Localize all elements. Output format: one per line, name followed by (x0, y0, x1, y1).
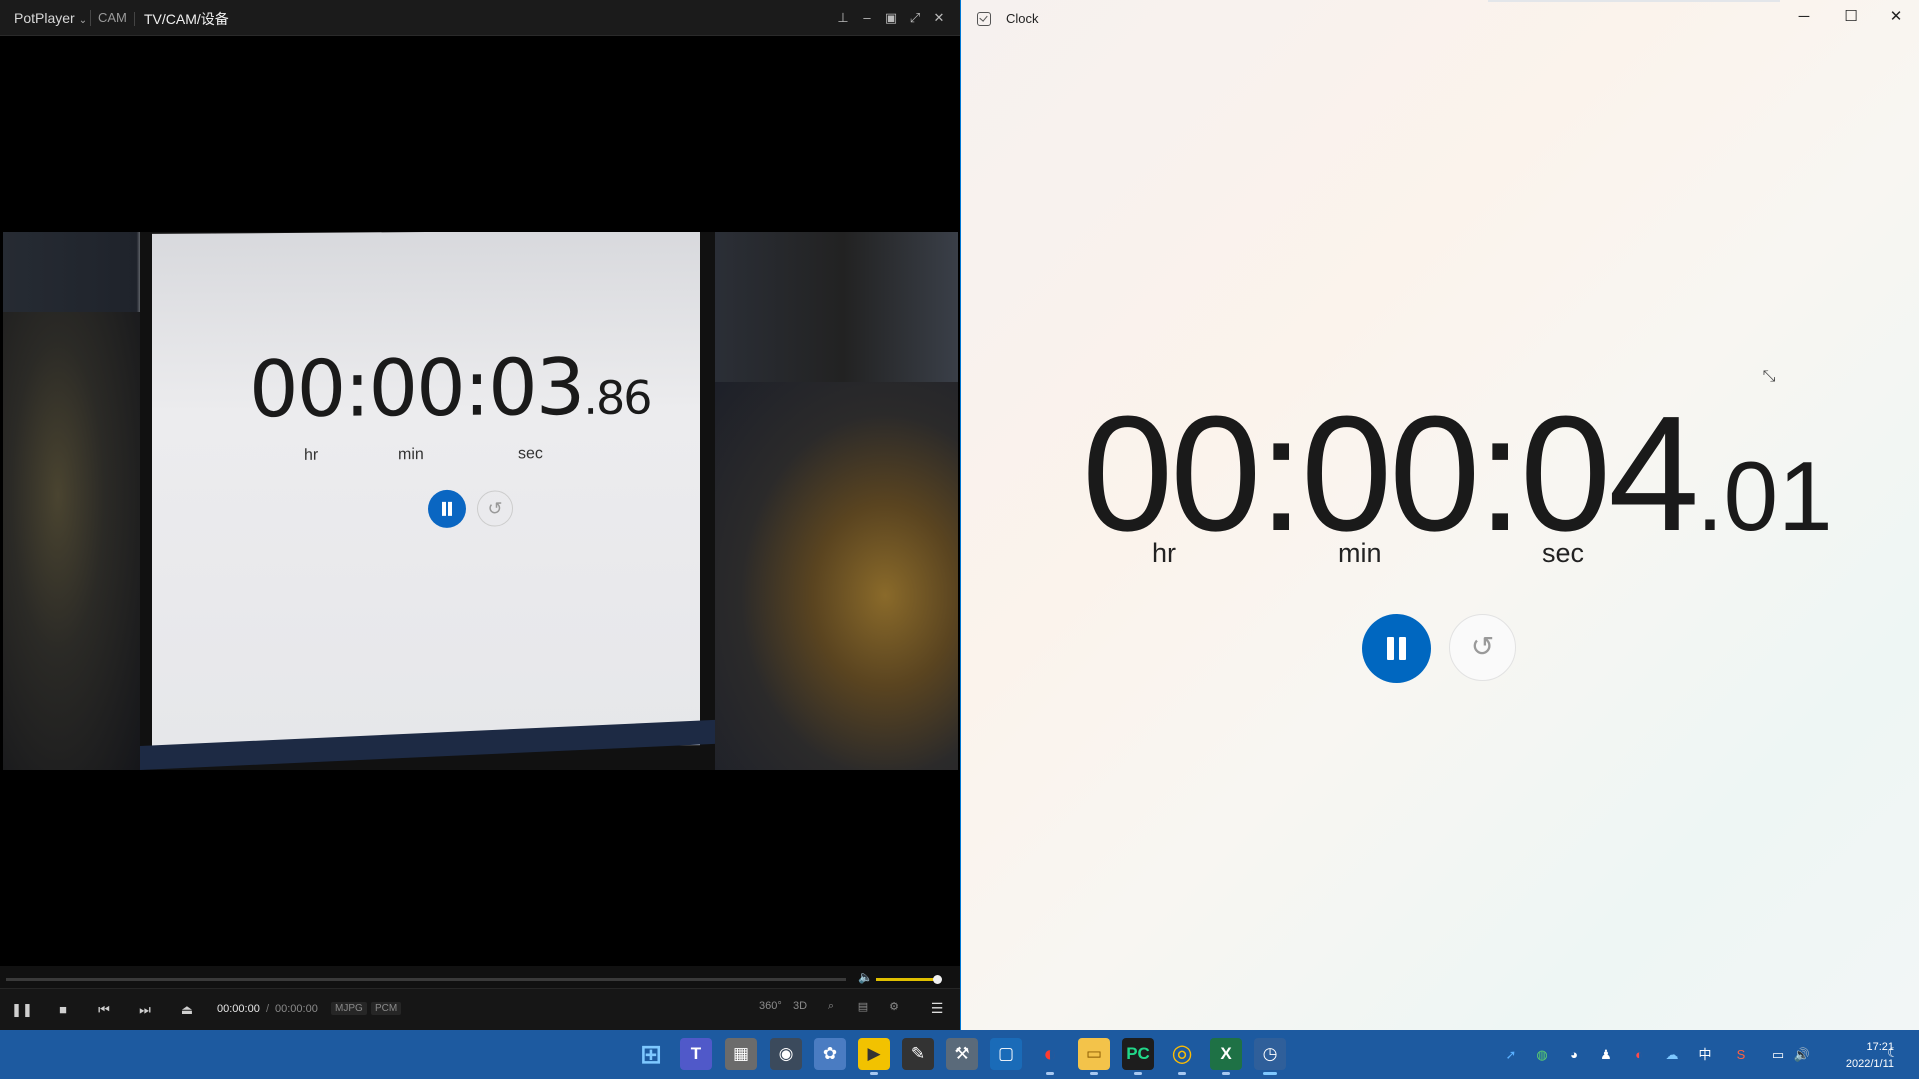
start-icon[interactable]: ⊞ (635, 1038, 667, 1070)
unit-min-label: min (1338, 538, 1382, 568)
speaker-icon[interactable]: 🔊 (1793, 1046, 1811, 1064)
menu-icon[interactable]: ☰ (926, 1000, 948, 1017)
seek-area: 🔈 (0, 966, 960, 988)
search-icon[interactable]: ⌕ (820, 1000, 842, 1013)
clock-app-taskbar-icon[interactable]: ◷ (1254, 1038, 1286, 1075)
puzzle-icon[interactable]: ✿ (814, 1038, 846, 1070)
video-background-right (715, 382, 958, 770)
messenger-icon[interactable]: ◕ (1565, 1046, 1583, 1064)
video-background-left (3, 312, 140, 770)
fullscreen-icon[interactable]: ⤢ (905, 8, 925, 28)
video-stopwatch-time: 00:00:03.86 (249, 342, 651, 436)
active-indicator (1134, 1072, 1142, 1075)
potplayer-icon[interactable]: ▶ (858, 1038, 890, 1075)
active-indicator (1090, 1072, 1098, 1075)
stopwatch-fraction: .01 (1696, 441, 1833, 551)
chevron-down-icon: ⌄ (78, 15, 88, 26)
breadcrumb-cam[interactable]: CAM (98, 10, 127, 25)
minimize-button[interactable]: ─ (1781, 6, 1827, 28)
reset-button[interactable]: ↺ (1449, 614, 1516, 681)
pycharm-icon[interactable]: PC (1122, 1038, 1154, 1075)
video-unit-sec: sec (518, 445, 543, 463)
maximize-button[interactable]: ☐ (1828, 6, 1874, 28)
time-separator: / (266, 1003, 270, 1015)
close-icon[interactable]: ✕ (929, 8, 949, 28)
unit-hr-label: hr (1152, 538, 1177, 568)
video-pause-icon (428, 489, 466, 528)
3d-button[interactable]: 3D (789, 1000, 811, 1012)
video-reset-icon: ↺ (477, 490, 513, 527)
network-warning-icon[interactable]: ☁ (1663, 1046, 1681, 1064)
qq-icon[interactable]: ♟ (1597, 1046, 1615, 1064)
pin-tray-icon[interactable]: ➚ (1502, 1046, 1520, 1064)
video-monitor-screen: 00:00:03.86 hr min sec ↺ (152, 232, 700, 749)
potplayer-menu-label: PotPlayer (14, 10, 75, 26)
active-indicator (1178, 1072, 1186, 1075)
active-indicator (1046, 1072, 1054, 1075)
tray-clock-date[interactable]: 2022/1/11 (1820, 1058, 1894, 1070)
total-time: 00:00:00 (275, 1003, 318, 1015)
video-codec-tag[interactable]: MJPG (331, 1002, 367, 1015)
camera-icon[interactable]: ◉ (770, 1038, 802, 1070)
netease-icon[interactable]: ◐ (1034, 1038, 1066, 1075)
volume-icon[interactable]: 🔈 (858, 970, 873, 984)
video-monitor: 00:00:03.86 hr min sec ↺ (140, 232, 715, 770)
breadcrumb-device: TV/CAM/设备 (144, 11, 229, 27)
pin-icon[interactable]: ⊥ (833, 8, 853, 28)
active-indicator (1222, 1072, 1230, 1075)
netease-tray-icon[interactable]: ◐ (1630, 1046, 1648, 1064)
clock-app-icon (977, 12, 991, 26)
titlebar-divider (134, 12, 135, 26)
potplayer-menu-button[interactable]: PotPlayer ⌄ (6, 6, 95, 30)
folder-icon[interactable]: ▭ (1078, 1038, 1110, 1075)
excel-icon[interactable]: X (1210, 1038, 1242, 1075)
video-unit-min: min (398, 446, 424, 464)
window-edge-highlight (1488, 0, 1780, 2)
playlist-icon[interactable]: ▤ (852, 1000, 874, 1013)
active-indicator (870, 1072, 878, 1075)
pause-button[interactable]: ❚❚ (10, 999, 34, 1021)
stop-button[interactable]: ■ (51, 999, 75, 1021)
chrome-icon[interactable]: ◎ (1166, 1038, 1198, 1075)
eject-button[interactable]: ⏏ (175, 999, 199, 1021)
stopwatch-time: 00:00:04.01 (1082, 380, 1833, 568)
maximize-icon[interactable]: ▣ (881, 8, 901, 28)
video-unit-hr: hr (304, 446, 319, 464)
next-button[interactable]: ⏭ (133, 999, 157, 1021)
previous-button[interactable]: ⏮ (92, 999, 116, 1021)
current-time: 00:00:00 (217, 1003, 260, 1015)
taskbar: ⊞ T ▦ ◉ ✿ ▶ ✎ ⚒ ▢ ◐ ▭ PC ◎ X ◷ ➚ ◍ ◕ ♟ ◐… (0, 1030, 1919, 1079)
window-app-icon[interactable]: ▢ (990, 1038, 1022, 1070)
teams-icon[interactable]: T (680, 1038, 712, 1070)
qr-app-icon[interactable]: ▦ (725, 1038, 757, 1070)
tool-icon[interactable]: ⚒ (946, 1038, 978, 1070)
notification-moon-icon[interactable]: ☾ (1884, 1044, 1902, 1062)
volume-slider[interactable] (876, 978, 937, 981)
active-indicator (1263, 1072, 1277, 1075)
wechat-icon[interactable]: ◍ (1533, 1046, 1551, 1064)
close-button[interactable]: ✕ (1873, 6, 1919, 28)
snip-icon[interactable]: ✎ (902, 1038, 934, 1070)
window-title: Clock (1006, 11, 1039, 26)
unit-sec-label: sec (1542, 538, 1585, 568)
clock-window: Clock ─ ☐ ✕ ⤡ 00:00:04.01 hr min sec ↺ (961, 0, 1919, 1030)
sogou-icon[interactable]: S (1732, 1046, 1750, 1064)
potplayer-window: PotPlayer ⌄ CAM TV/CAM/设备 ⊥ – ▣ ⤢ ✕ 00:00… (0, 0, 960, 1030)
360-button[interactable]: 360° (759, 1000, 782, 1012)
player-controls: ❚❚ ■ ⏮ ⏭ ⏏ 00:00:00 / 00:00:00 MJPG PCM … (0, 988, 960, 1030)
minimize-icon[interactable]: – (857, 8, 877, 28)
titlebar-divider (90, 10, 91, 26)
potplayer-titlebar: PotPlayer ⌄ CAM TV/CAM/设备 ⊥ – ▣ ⤢ ✕ (0, 0, 960, 36)
display-icon[interactable]: ▭ (1769, 1046, 1787, 1064)
seek-bar[interactable] (6, 978, 846, 981)
video-frame[interactable]: 00:00:03.86 hr min sec ↺ (3, 232, 958, 770)
input-method-indicator[interactable]: 中 (1696, 1046, 1714, 1064)
volume-slider-knob[interactable] (933, 975, 942, 984)
pause-button[interactable] (1362, 614, 1431, 683)
gear-icon[interactable]: ⚙ (883, 1000, 905, 1013)
audio-codec-tag[interactable]: PCM (371, 1002, 402, 1015)
